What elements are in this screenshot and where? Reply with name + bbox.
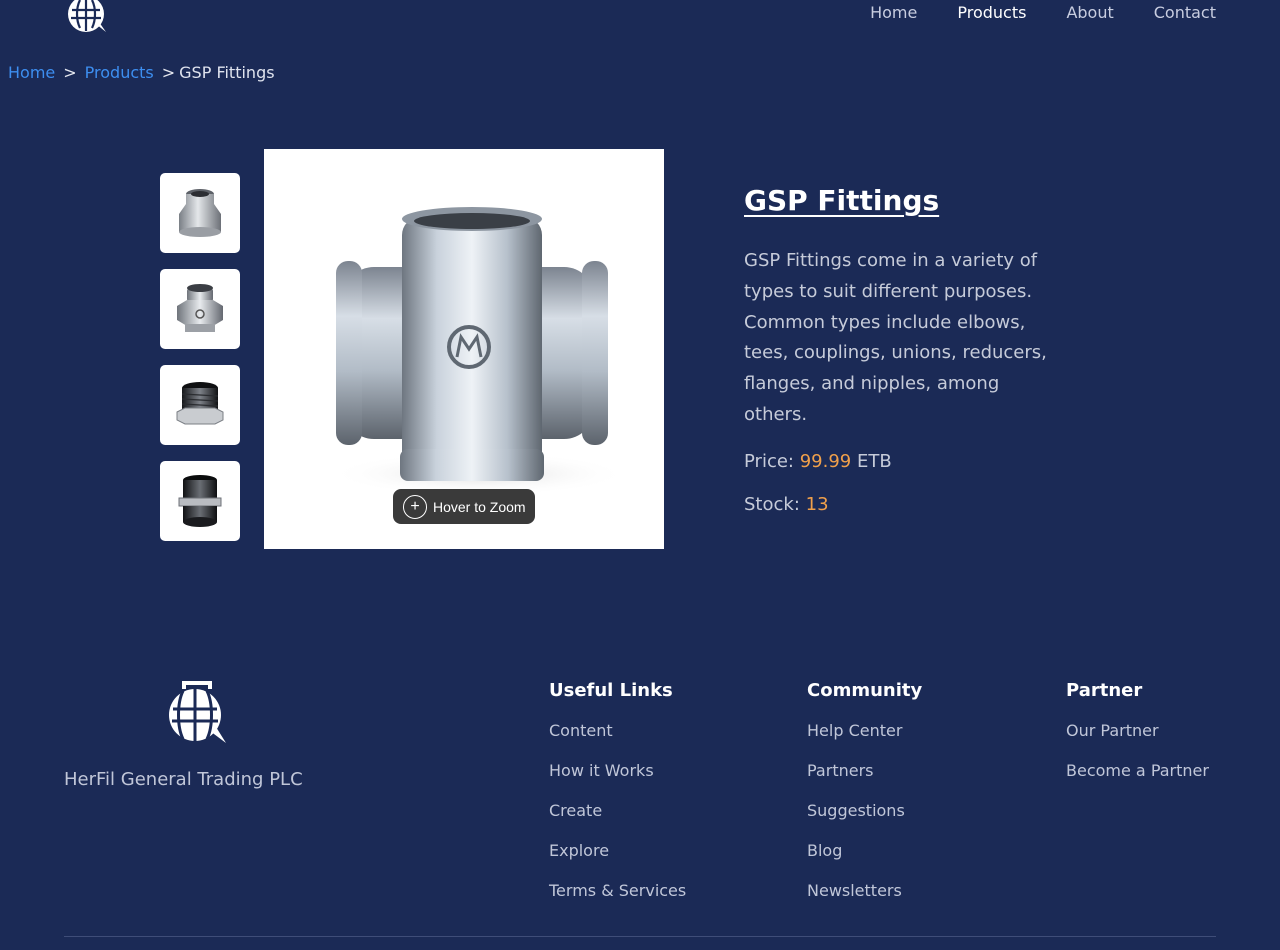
thumbnail-nipple[interactable]	[160, 461, 240, 541]
pipe-nipple-icon	[178, 475, 222, 527]
footer-link-suggestions[interactable]: Suggestions	[807, 799, 922, 823]
footer-column-title: Partner	[1066, 680, 1143, 701]
footer-partner: Partner Our Partner Become a Partner	[1066, 679, 1209, 799]
price-value: 99.99	[799, 450, 852, 472]
footer-link-newsletters[interactable]: Newsletters	[807, 879, 922, 903]
footer-link-help-center[interactable]: Help Center	[807, 719, 922, 743]
breadcrumb-separator: >	[63, 63, 77, 82]
reducer-fitting-icon	[179, 189, 221, 237]
product-price: Price: 99.99 ETB	[744, 451, 1064, 472]
footer-link-partners[interactable]: Partners	[807, 759, 922, 783]
footer-divider	[64, 936, 1216, 937]
product-details: GSP Fittings GSP Fittings come in a vari…	[744, 180, 1064, 515]
footer-link-our-partner[interactable]: Our Partner	[1066, 719, 1209, 743]
breadcrumb-products[interactable]: Products	[85, 63, 154, 82]
footer-community: Community Help Center Partners Suggestio…	[807, 679, 922, 919]
footer-link-terms[interactable]: Terms & Services	[549, 879, 686, 903]
nav-home[interactable]: Home	[870, 3, 917, 23]
main-nav: Home Products About Contact	[870, 3, 1216, 23]
nav-contact[interactable]: Contact	[1154, 3, 1216, 23]
herfil-globe-logo-icon[interactable]	[164, 679, 230, 745]
zoom-hint-label: Hover to Zoom	[433, 498, 526, 515]
main-product-image[interactable]: + Hover to Zoom	[264, 149, 664, 549]
thumbnail-union[interactable]	[160, 269, 240, 349]
footer-link-become-partner[interactable]: Become a Partner	[1066, 759, 1209, 783]
thumbnail-list	[160, 173, 240, 541]
nav-about[interactable]: About	[1066, 3, 1113, 23]
footer-link-content[interactable]: Content	[549, 719, 686, 743]
breadcrumb-home[interactable]: Home	[8, 63, 55, 82]
footer-column-title: Useful Links	[549, 680, 673, 701]
hover-to-zoom-hint: + Hover to Zoom	[393, 489, 535, 524]
footer-useful-links: Useful Links Content How it Works Create…	[549, 679, 686, 919]
product-stock: Stock: 13	[744, 494, 1064, 515]
herfil-globe-logo-icon[interactable]	[66, 0, 110, 34]
breadcrumb-current: GSP Fittings	[179, 63, 275, 82]
footer-link-create[interactable]: Create	[549, 799, 686, 823]
breadcrumb-separator: >	[161, 63, 176, 82]
company-name: HerFil General Trading PLC	[64, 769, 303, 790]
stock-value: 13	[805, 493, 829, 515]
stock-label: Stock:	[744, 493, 800, 515]
footer-link-blog[interactable]: Blog	[807, 839, 922, 863]
nav-products[interactable]: Products	[957, 3, 1026, 23]
breadcrumb: Home > Products > GSP Fittings	[8, 63, 275, 82]
product-title: GSP Fittings	[744, 184, 940, 217]
thumbnail-bushing[interactable]	[160, 365, 240, 445]
footer-column-title: Community	[807, 680, 923, 701]
union-fitting-icon	[177, 284, 223, 332]
zoom-plus-icon: +	[403, 494, 427, 519]
price-currency: ETB	[856, 450, 892, 472]
price-label: Price:	[744, 450, 794, 472]
product-page: Home Products About Contact Home > Produ…	[0, 0, 1280, 950]
footer-link-how-it-works[interactable]: How it Works	[549, 759, 686, 783]
footer-link-explore[interactable]: Explore	[549, 839, 686, 863]
threaded-bushing-icon	[176, 382, 224, 425]
product-description: GSP Fittings come in a variety of types …	[744, 250, 1047, 425]
thumbnail-reducer[interactable]	[160, 173, 240, 253]
